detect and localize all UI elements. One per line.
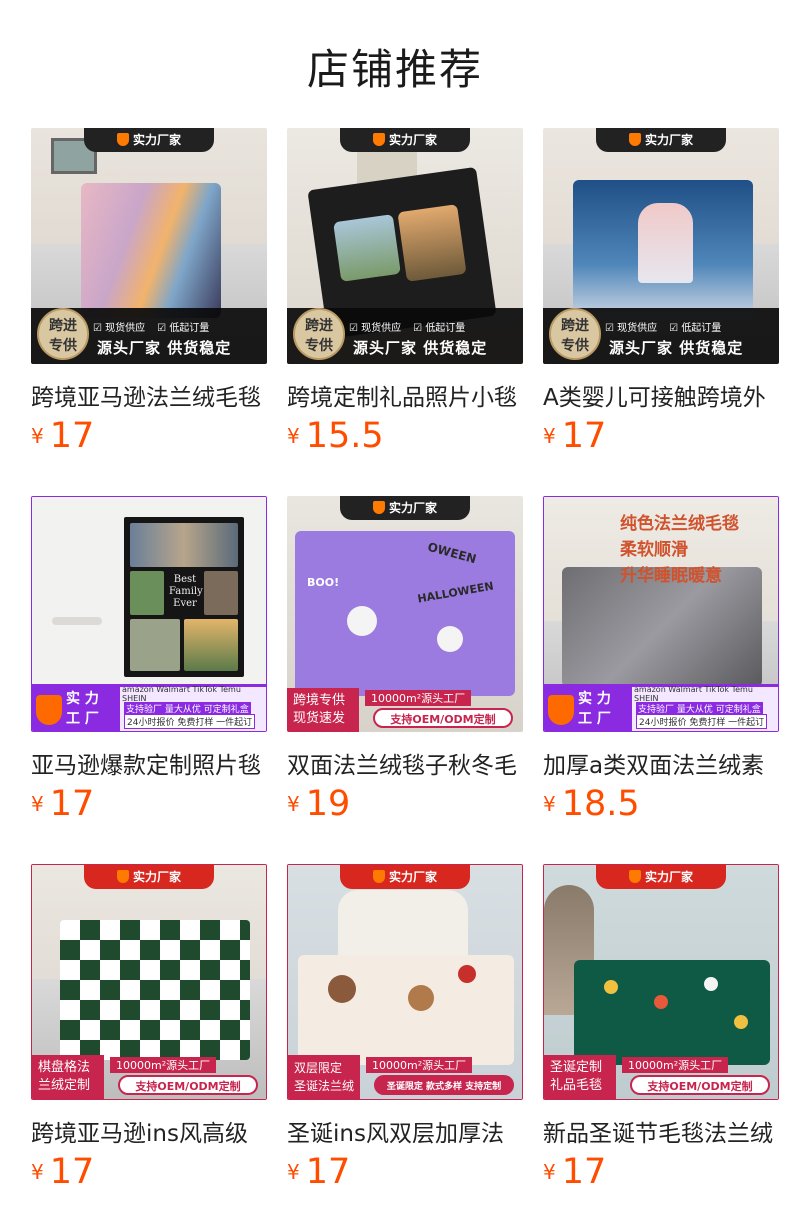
product-card[interactable]: 实力厂家 跨进 专供 ☑ 现货供应 ☑ 低起订量 源头厂家 供货稳定 A类婴儿可接触… [543, 128, 779, 468]
factory-ribbon: 实力厂家 [340, 496, 470, 520]
product-image[interactable]: 实力厂家 跨进 专供 ☑ 现货供应 ☑ 低起订量 源头厂家 供货稳定 [543, 128, 779, 364]
product-card[interactable]: 实力厂家 双层限定 圣诞法兰绒 10000m²源头工厂 圣诞限定 款式多样 支持定… [287, 864, 523, 1204]
oem-button: 支持OEM/ODM定制 [118, 1075, 258, 1095]
shield-icon [116, 133, 129, 146]
price-value: 17 [49, 416, 95, 456]
product-name[interactable]: 双面法兰绒毯子秋冬毛 [287, 746, 523, 778]
price-value: 17 [49, 784, 95, 824]
product-image[interactable]: 实力厂家 圣诞定制 礼品毛毯 10000m²源头工厂 支持OEM/ODM定制 [543, 864, 779, 1100]
promo-button: 圣诞限定 款式多样 支持定制 [374, 1075, 514, 1095]
currency-symbol: ¥ [543, 792, 556, 816]
factory-ribbon: 实力厂家 [596, 865, 726, 889]
product-price: ¥17 [31, 784, 94, 828]
promo-tag: 圣诞定制 礼品毛毯 [544, 1055, 616, 1099]
product-card[interactable]: 实力厂家 圣诞定制 礼品毛毯 10000m²源头工厂 支持OEM/ODM定制 新品… [543, 864, 779, 1204]
product-name[interactable]: 亚马逊爆款定制照片毯 [31, 746, 267, 778]
check-row: ☑ 现货供应 ☑ 低起订量 [605, 323, 722, 334]
promo-line: 24小时报价 免费打样 一件起订 [124, 714, 256, 729]
currency-symbol: ¥ [287, 1160, 300, 1184]
slogan: 源头厂家 供货稳定 [609, 339, 744, 357]
product-name[interactable]: 加厚a类双面法兰绒素 [543, 746, 779, 778]
shield-icon [372, 501, 385, 514]
product-card[interactable]: 实力厂家 棋盘格法 兰绒定制 10000m²源头工厂 支持OEM/ODM定制 跨境… [31, 864, 267, 1204]
brand-logos: amazon Walmart TikTok Temu SHEIN [122, 685, 241, 703]
print-word: BOO! [307, 576, 340, 589]
product-price: ¥19 [287, 784, 350, 828]
product-price: ¥15.5 [287, 416, 384, 460]
product-price: ¥17 [287, 1152, 350, 1196]
product-image[interactable]: Best Family Ever 实 力工 厂 amazon Walmart Tik… [31, 496, 267, 732]
check-row: ☑ 现货供应 ☑ 低起订量 [349, 323, 466, 334]
product-name[interactable]: 圣诞ins风双层加厚法 [287, 1114, 523, 1146]
product-card[interactable]: 实力厂家 跨进 专供 ☑ 现货供应 ☑ 低起订量 源头厂家 供货稳定 跨境亚马逊法兰… [31, 128, 267, 468]
product-card[interactable]: Best Family Ever 实 力工 厂 amazon Walmart Tik… [31, 496, 267, 836]
product-price: ¥17 [31, 1152, 94, 1196]
product-image[interactable]: 实力厂家 棋盘格法 兰绒定制 10000m²源头工厂 支持OEM/ODM定制 [31, 864, 267, 1100]
badge: 跨进 专供 [37, 308, 89, 360]
product-card[interactable]: 实力厂家 跨进 专供 ☑ 现货供应 ☑ 低起订量 源头厂家 供货稳定 跨境定制礼品照… [287, 128, 523, 468]
product-image[interactable]: OWEEN HALLOWEEN BOO! 实力厂家 跨境专供 现货速发 10000… [287, 496, 523, 732]
product-card[interactable]: 纯色法兰绒毛毯 柔软顺滑 升华睡眠暖意 实 力工 厂 amazon Walmart … [543, 496, 779, 836]
currency-symbol: ¥ [287, 424, 300, 448]
promo-line: 10000m²源头工厂 [110, 1057, 217, 1073]
promo-line: 10000m²源头工厂 [622, 1057, 729, 1073]
price-value: 17 [561, 416, 607, 456]
shield-icon [372, 870, 385, 883]
product-name[interactable]: 跨境亚马逊ins风高级 [31, 1114, 267, 1146]
promo-tag: 跨境专供 现货速发 [287, 688, 359, 732]
currency-symbol: ¥ [543, 1160, 556, 1184]
factory-ribbon: 实力厂家 [340, 865, 470, 889]
badge: 跨进 专供 [549, 308, 601, 360]
product-price: ¥17 [543, 1152, 606, 1196]
currency-symbol: ¥ [287, 792, 300, 816]
product-name[interactable]: 跨境亚马逊法兰绒毛毯 [31, 378, 267, 410]
check-row: ☑ 现货供应 ☑ 低起订量 [93, 323, 210, 334]
price-value: 17 [561, 1152, 607, 1192]
shield-icon [372, 133, 385, 146]
product-price: ¥17 [31, 416, 94, 460]
brand-logos: amazon Walmart TikTok Temu SHEIN [634, 685, 753, 703]
price-value: 17 [305, 1152, 351, 1192]
factory-ribbon: 实力厂家 [84, 128, 214, 152]
slogan: 源头厂家 供货稳定 [97, 339, 232, 357]
currency-symbol: ¥ [543, 424, 556, 448]
promo-tag: 棋盘格法 兰绒定制 [32, 1055, 104, 1099]
product-image[interactable]: 实力厂家 跨进 专供 ☑ 现货供应 ☑ 低起订量 源头厂家 供货稳定 [31, 128, 267, 364]
currency-symbol: ¥ [31, 792, 44, 816]
shield-icon [628, 133, 641, 146]
product-price: ¥17 [543, 416, 606, 460]
promo-tag: 双层限定 圣诞法兰绒 [288, 1055, 360, 1099]
shield-icon [628, 870, 641, 883]
product-price: ¥18.5 [543, 784, 640, 828]
price-value: 18.5 [561, 784, 640, 824]
promo-line: 24小时报价 免费打样 一件起订 [636, 714, 768, 729]
promo-line: 10000m²源头工厂 [365, 690, 472, 706]
product-name[interactable]: 跨境定制礼品照片小毯 [287, 378, 523, 410]
price-value: 17 [49, 1152, 95, 1192]
currency-symbol: ¥ [31, 1160, 44, 1184]
product-image[interactable]: 纯色法兰绒毛毯 柔软顺滑 升华睡眠暖意 实 力工 厂 amazon Walmart … [543, 496, 779, 732]
photo-caption: Best Family Ever [169, 574, 203, 609]
price-value: 19 [305, 784, 351, 824]
product-image[interactable]: 实力厂家 双层限定 圣诞法兰绒 10000m²源头工厂 圣诞限定 款式多样 支持定… [287, 864, 523, 1100]
product-card[interactable]: OWEEN HALLOWEEN BOO! 实力厂家 跨境专供 现货速发 10000… [287, 496, 523, 836]
factory-ribbon: 实力厂家 [84, 865, 214, 889]
slogan: 源头厂家 供货稳定 [353, 339, 488, 357]
shield-icon [116, 870, 129, 883]
price-value: 15.5 [305, 416, 384, 456]
product-name[interactable]: 新品圣诞节毛毯法兰绒 [543, 1114, 779, 1146]
product-name[interactable]: A类婴儿可接触跨境外 [543, 378, 779, 410]
promo-line: 10000m²源头工厂 [366, 1057, 473, 1073]
oem-button: 支持OEM/ODM定制 [630, 1075, 770, 1095]
badge: 跨进 专供 [293, 308, 345, 360]
factory-ribbon: 实力厂家 [596, 128, 726, 152]
page-title: 店铺推荐 [306, 45, 483, 94]
factory-ribbon: 实力厂家 [340, 128, 470, 152]
product-image[interactable]: 实力厂家 跨进 专供 ☑ 现货供应 ☑ 低起订量 源头厂家 供货稳定 [287, 128, 523, 364]
shield-icon [548, 695, 574, 725]
headline: 纯色法兰绒毛毯 柔软顺滑 升华睡眠暖意 [620, 514, 739, 586]
shield-icon [36, 695, 62, 725]
oem-button: 支持OEM/ODM定制 [373, 708, 513, 728]
currency-symbol: ¥ [31, 424, 44, 448]
